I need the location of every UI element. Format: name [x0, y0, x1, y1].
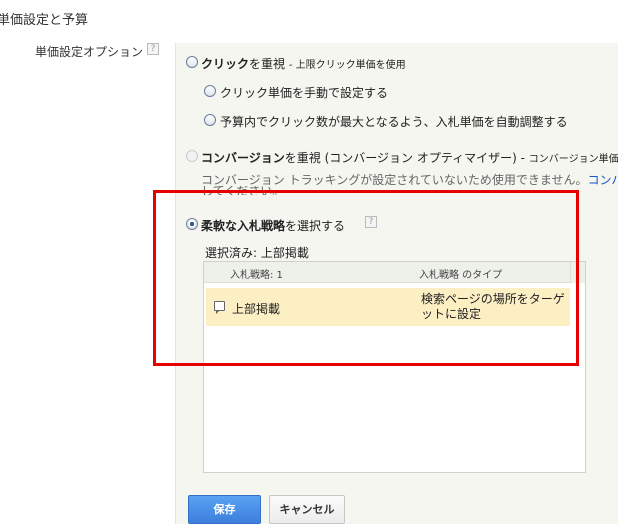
option-conversion-title-suffix: を重視 (コンバージョン オプティマイザー) -: [284, 151, 525, 165]
option-conversion-note: コンバージョン単価を使: [528, 154, 618, 165]
bid-option-label: 単価設定オプション: [35, 45, 144, 59]
conversion-unavailable-message: コンバージョン トラッキングが設定されていないため使用できません。: [201, 173, 588, 187]
conversion-setup-link[interactable]: コンバージ: [588, 173, 618, 187]
option-manual-cpc-label: クリック単価を手動で設定する: [220, 86, 389, 100]
help-icon[interactable]: ?: [147, 43, 159, 55]
option-auto-bid-label: 予算内でクリック数が最大となるよう、入札単価を自動調整する: [220, 115, 568, 129]
cancel-button[interactable]: キャンセル: [269, 495, 345, 524]
option-conversion-label: コンバージョンを重視 (コンバージョン オプティマイザー) - コンバージョン単…: [201, 149, 618, 166]
radio-conversion-focus[interactable]: [186, 150, 198, 162]
radio-click-focus[interactable]: [186, 56, 198, 68]
option-click-title-suffix: を重視: [249, 57, 286, 71]
option-click-label: クリックを重視 - 上限クリック単価を使用: [201, 55, 406, 72]
radio-auto-bid[interactable]: [204, 114, 216, 126]
option-conversion-title: コンバージョン: [201, 151, 285, 165]
highlight-annotation-box: [153, 190, 579, 366]
radio-manual-cpc[interactable]: [204, 85, 216, 97]
option-click-note: - 上限クリック単価を使用: [288, 60, 406, 71]
option-click-title: クリック: [201, 57, 250, 71]
save-button[interactable]: 保存: [188, 495, 261, 524]
section-title: 単価設定と予算: [0, 13, 89, 28]
